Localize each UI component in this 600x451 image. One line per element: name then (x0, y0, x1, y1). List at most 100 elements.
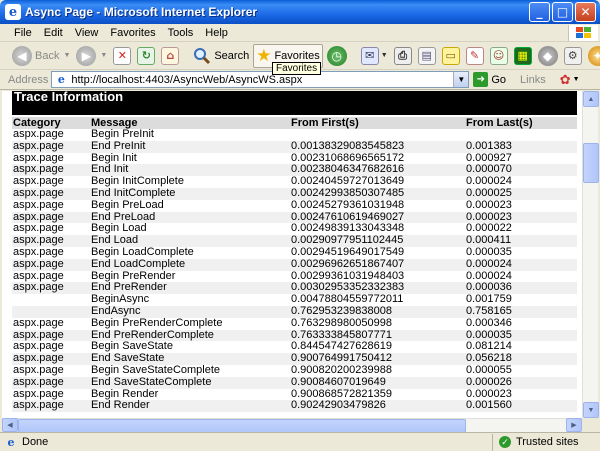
search-label: Search (214, 49, 250, 62)
address-label: Address (8, 73, 49, 86)
cell-message: End LoadComplete (90, 258, 290, 271)
addon-icon[interactable]: ✿ (560, 72, 571, 88)
cell-from-last: 0.000024 (465, 258, 577, 271)
window-title: Async Page - Microsoft Internet Explorer (25, 5, 258, 19)
tools-button[interactable]: ⚙ (562, 44, 584, 68)
favorites-tooltip: Favorites (272, 62, 322, 75)
cell-category: aspx.page (12, 376, 90, 389)
cell-from-first: 0.763298980050998 (291, 316, 392, 329)
shield-icon: ◆ (537, 45, 558, 66)
cell-from-last: 0.001560 (465, 400, 577, 413)
menu-favorites[interactable]: Favorites (110, 27, 155, 39)
messenger-icon: ☺ (489, 46, 508, 65)
cell-from-last: 0.000025 (465, 187, 577, 200)
address-dropdown-chevron-icon[interactable]: ▼ (453, 72, 469, 87)
minimize-button[interactable]: _ (529, 2, 550, 22)
search-button[interactable]: Search (191, 44, 251, 68)
address-url[interactable]: http://localhost:4403/AsyncWeb/AsyncWS.a… (71, 74, 453, 86)
search-icon (194, 47, 211, 64)
cell-from-first: 0.90084607019649 (290, 376, 465, 389)
cell-message: EndAsync (90, 305, 290, 318)
status-bar: e Done ✓ Trusted sites (0, 432, 600, 451)
home-button[interactable]: ⌂ (159, 44, 181, 68)
cell-message: Begin PreLoad (91, 198, 164, 211)
media-button[interactable]: ▦ (512, 44, 534, 68)
table-row: aspx.page Begin SaveStateComplete 0.900820… (12, 363, 577, 377)
cell-message: End SaveStateComplete (90, 376, 290, 389)
stop-button[interactable]: ✕ (111, 44, 133, 68)
toolbar-extra-button[interactable]: ✦ (586, 44, 600, 68)
menu-tools[interactable]: Tools (168, 27, 194, 39)
security-zone[interactable]: ✓ Trusted sites (492, 433, 579, 451)
vertical-scroll-thumb[interactable] (583, 143, 599, 183)
research-button[interactable]: ✎ (464, 44, 486, 68)
star-icon: ★ (256, 45, 272, 65)
cell-category: aspx.page (13, 316, 64, 329)
cell-message: End PreInit (90, 140, 290, 153)
chevron-down-icon: ▼ (380, 52, 388, 59)
links-button[interactable]: Links (520, 74, 546, 86)
cell-from-last: 0.000023 (466, 198, 512, 211)
page-done-icon: e (7, 435, 15, 449)
cell-from-first: 0.90242903479826 (290, 400, 465, 413)
research-icon: ✎ (465, 46, 484, 65)
history-button[interactable]: ◷ (325, 44, 349, 68)
scroll-right-button[interactable]: ▶ (566, 418, 582, 432)
horizontal-scrollbar[interactable]: ◀ ▶ (2, 418, 582, 433)
window-controls: _ □ ✕ (529, 2, 596, 22)
refresh-icon: ↻ (137, 46, 156, 65)
go-button[interactable]: Go (491, 74, 506, 86)
note-icon: ▭ (441, 46, 460, 65)
zone-label: Trusted sites (516, 436, 579, 448)
cell-from-first: 0.00245279361031948 (291, 198, 405, 211)
chevron-down-icon: ▼ (100, 52, 108, 59)
scroll-left-button[interactable]: ◀ (2, 418, 18, 432)
messenger-button[interactable]: ☺ (488, 44, 510, 68)
home-icon: ⌂ (161, 46, 180, 65)
print-button[interactable]: ⎙ (392, 44, 414, 68)
title-bar: e Async Page - Microsoft Internet Explor… (0, 0, 600, 24)
menu-help[interactable]: Help (205, 27, 228, 39)
scroll-up-button[interactable]: ▲ (583, 91, 599, 107)
cell-from-first: 0.900820200239988 (291, 363, 392, 376)
address-input[interactable]: e http://localhost:4403/AsyncWeb/AsyncWS… (51, 71, 470, 88)
cell-from-first: 0.762953239838008 (290, 305, 465, 318)
forward-button[interactable]: ▶ ▼ (74, 44, 109, 68)
cell-category: aspx.page (13, 198, 64, 211)
cell-category: aspx.page (13, 363, 64, 376)
menu-file[interactable]: File (14, 27, 32, 39)
menu-view[interactable]: View (75, 27, 99, 39)
stop-icon: ✕ (113, 46, 132, 65)
vertical-scrollbar[interactable]: ▲ ▼ (582, 91, 599, 418)
mail-button[interactable]: ✉ ▼ (359, 44, 390, 68)
cell-message: End Render (90, 400, 290, 413)
printer-icon: ⎙ (393, 46, 412, 65)
menu-edit[interactable]: Edit (44, 27, 63, 39)
edit-button[interactable]: ▤ (416, 44, 438, 68)
refresh-button[interactable]: ↻ (135, 44, 157, 68)
scroll-down-button[interactable]: ▼ (583, 402, 599, 418)
table-row: aspx.page Begin PreLoad 0.0024527936103194… (12, 198, 577, 212)
media-icon: ▦ (513, 46, 532, 65)
chevron-down-icon: ▼ (63, 52, 71, 59)
table-row: aspx.page End PreInit 0.00138329083545823 0… (12, 140, 577, 153)
go-arrow-icon[interactable]: ➜ (473, 72, 489, 87)
cell-category: aspx.page (12, 140, 90, 153)
discuss-button[interactable]: ▭ (440, 44, 462, 68)
maximize-button[interactable]: □ (552, 2, 573, 22)
back-button[interactable]: ◀ Back ▼ (10, 44, 72, 68)
cell-message: Begin LoadComplete (91, 245, 194, 258)
chevron-down-icon[interactable]: ▼ (573, 76, 580, 83)
star-badge-icon: ✦ (587, 45, 600, 66)
horizontal-scroll-thumb[interactable] (18, 419, 466, 433)
cell-from-last: 0.000026 (465, 376, 577, 389)
table-row: aspx.page Begin PreRenderComplete 0.763298… (12, 316, 577, 330)
scrollbar-corner (582, 418, 598, 432)
close-button[interactable]: ✕ (575, 2, 596, 22)
cell-from-first: 0.00296962651867407 (290, 258, 465, 271)
shield-button[interactable]: ◆ (536, 44, 560, 68)
trace-table: Category Message From First(s) From Last… (12, 117, 577, 413)
page-content: Trace Information Category Message From … (2, 91, 582, 418)
table-row: aspx.page End InitComplete 0.0024299385030… (12, 187, 577, 200)
cell-from-last: 0.001383 (465, 140, 577, 153)
